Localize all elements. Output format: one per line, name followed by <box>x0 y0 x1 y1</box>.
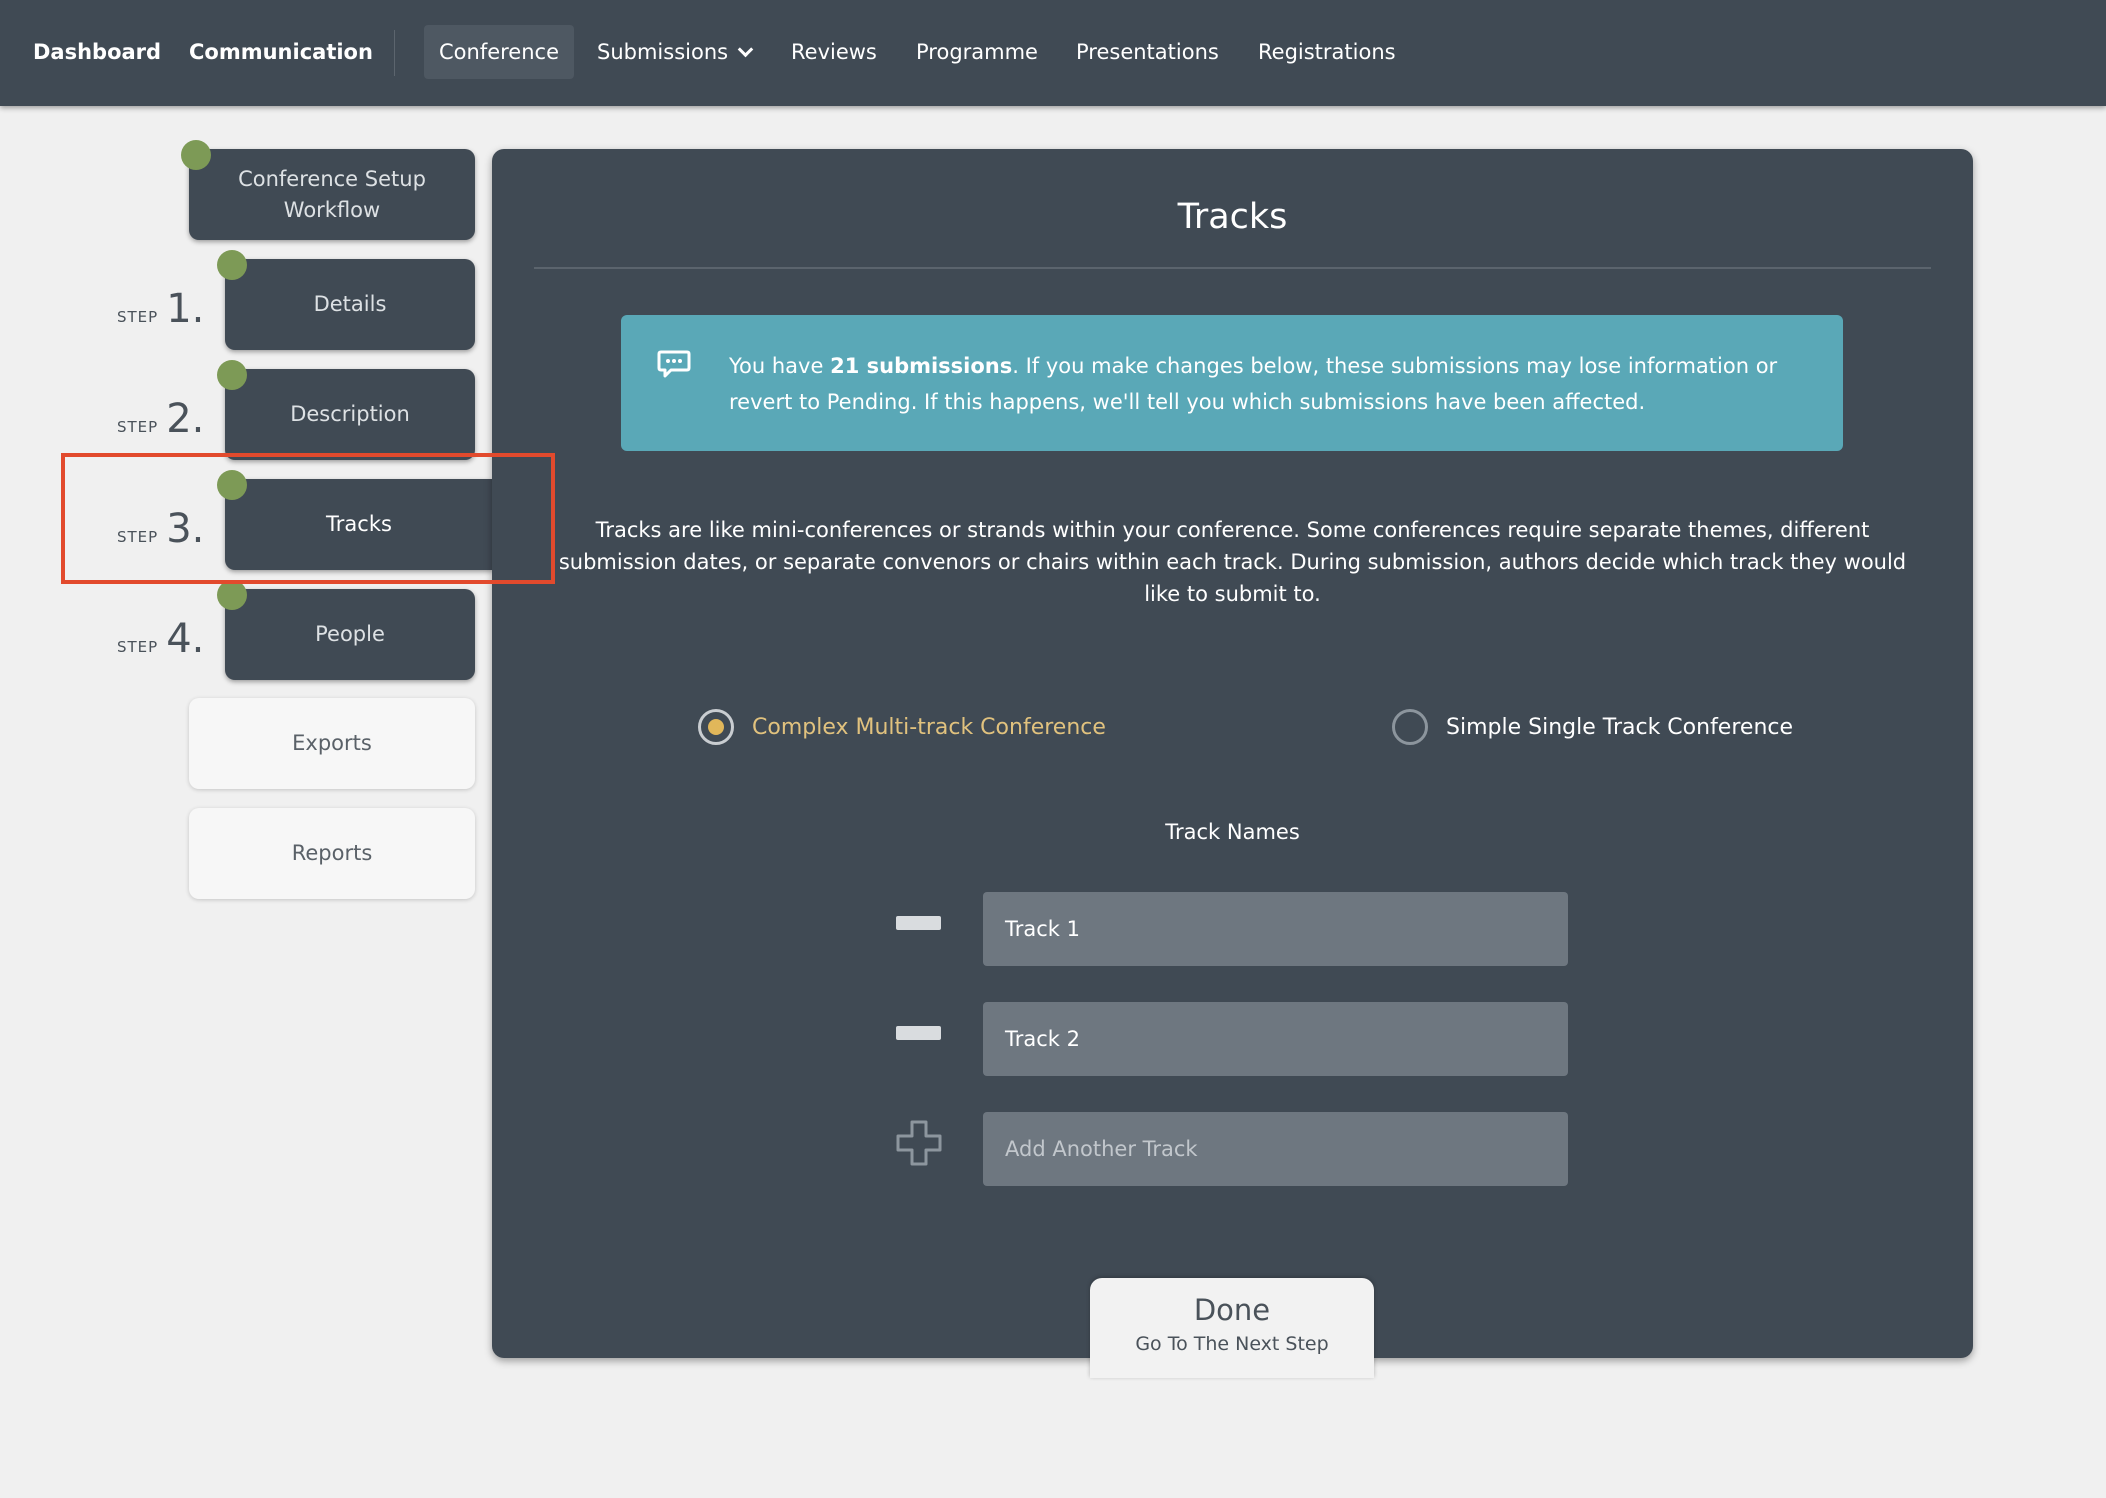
option-complex-multitrack[interactable]: Complex Multi-track Conference <box>698 709 1106 745</box>
status-dot <box>181 140 211 170</box>
selected-step-highlight <box>61 453 555 584</box>
step-word: STEP <box>117 638 159 656</box>
track-1-field[interactable]: Track 1 <box>983 892 1568 966</box>
nav-submissions-label: Submissions <box>597 40 729 64</box>
done-sublabel: Go To The Next Step <box>1135 1333 1329 1355</box>
chevron-down-icon <box>737 41 754 58</box>
option-simple-single-track[interactable]: Simple Single Track Conference <box>1392 709 1793 745</box>
sidebar-item-description[interactable]: Description <box>225 369 475 460</box>
step-number: 2. <box>166 396 205 442</box>
sidebar-item-details[interactable]: Details <box>225 259 475 350</box>
radio-unchecked-icon[interactable] <box>1392 709 1428 745</box>
status-dot <box>217 250 247 280</box>
nav-presentations[interactable]: Presentations <box>1076 25 1219 79</box>
option-complex-label: Complex Multi-track Conference <box>752 714 1106 740</box>
info-alert: You have 21 submissions. If you make cha… <box>621 315 1843 451</box>
step-word: STEP <box>117 418 159 436</box>
sidebar-item-people[interactable]: People <box>225 589 475 680</box>
remove-track-2-icon[interactable] <box>896 1026 941 1040</box>
done-button[interactable]: Done Go To The Next Step <box>1090 1278 1374 1378</box>
nav-submissions[interactable]: Submissions <box>597 25 754 79</box>
nav-registrations[interactable]: Registrations <box>1258 25 1396 79</box>
sidebar-item-reports[interactable]: Reports <box>189 808 475 899</box>
remove-track-1-icon[interactable] <box>896 916 941 930</box>
step-4-label: STEP 4. <box>117 616 204 662</box>
step-word: STEP <box>117 308 159 326</box>
nav-divider <box>394 30 395 76</box>
radio-checked-icon[interactable] <box>698 709 734 745</box>
step-1-label: STEP 1. <box>117 286 204 332</box>
add-track-field[interactable]: Add Another Track <box>983 1112 1568 1186</box>
page-title: Tracks <box>1177 197 1288 237</box>
track-2-field[interactable]: Track 2 <box>983 1002 1568 1076</box>
nav-programme[interactable]: Programme <box>916 25 1038 79</box>
chat-bubble-icon <box>657 350 691 378</box>
title-divider <box>534 267 1931 269</box>
track-names-label: Track Names <box>1165 820 1300 844</box>
status-dot <box>217 360 247 390</box>
nav-reviews[interactable]: Reviews <box>791 25 877 79</box>
top-nav: Dashboard Communication Conference Submi… <box>0 0 2106 106</box>
sidebar-workflow[interactable]: Conference Setup Workflow <box>189 149 475 240</box>
alert-submission-count: 21 submissions <box>830 354 1013 378</box>
nav-communication[interactable]: Communication <box>189 25 373 79</box>
step-2-label: STEP 2. <box>117 396 204 442</box>
alert-text-prefix: You have <box>729 354 831 378</box>
tracks-description: Tracks are like mini-conferences or stra… <box>558 518 1907 606</box>
step-number: 1. <box>166 286 205 332</box>
tracks-panel: Tracks You have 21 submissions. If you m… <box>492 149 1973 1358</box>
sidebar-item-exports[interactable]: Exports <box>189 698 475 789</box>
nav-dashboard[interactable]: Dashboard <box>33 25 161 79</box>
nav-conference[interactable]: Conference <box>424 25 575 79</box>
done-label: Done <box>1193 1293 1271 1327</box>
step-number: 4. <box>166 616 205 662</box>
add-track-icon[interactable] <box>896 1120 942 1166</box>
option-simple-label: Simple Single Track Conference <box>1446 714 1794 740</box>
status-dot <box>217 580 247 610</box>
